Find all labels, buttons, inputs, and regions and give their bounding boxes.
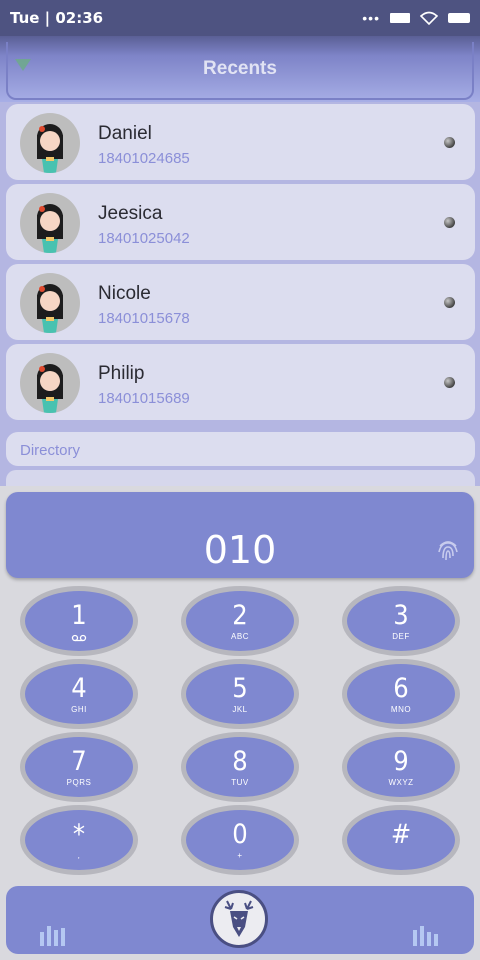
fingerprint-icon[interactable] (434, 536, 462, 564)
contact-number: 18401015689 (98, 390, 190, 407)
status-icons: ••• (362, 10, 470, 26)
key-digit: # (390, 819, 412, 850)
contact-number: 18401015678 (98, 310, 190, 327)
equalizer-icon[interactable] (411, 924, 441, 946)
key-7[interactable]: 7 PQRS (20, 732, 138, 802)
contact-row-nicole[interactable]: Nicole 18401015678 (6, 264, 475, 340)
more-dots-icon: ••• (362, 10, 380, 26)
key-letters: ABC (231, 632, 249, 641)
key-digit: 5 (232, 673, 248, 704)
contact-name: Daniel (98, 123, 152, 144)
key-digit: 9 (393, 746, 409, 777)
key-star[interactable]: * , (20, 805, 138, 875)
key-digit: 0 (232, 819, 248, 850)
key-letters: PQRS (66, 778, 92, 787)
key-4[interactable]: 4 GHI (20, 659, 138, 729)
key-digit: 8 (232, 746, 248, 777)
key-0[interactable]: 0 + (181, 805, 299, 875)
key-5[interactable]: 5 JKL (181, 659, 299, 729)
call-status-dot-icon[interactable] (444, 217, 455, 228)
key-digit: 2 (232, 600, 248, 631)
key-letters: TUV (231, 778, 249, 787)
key-1[interactable]: 1 (20, 586, 138, 656)
directory-label: Directory (20, 442, 81, 459)
number-display[interactable]: 010 (6, 492, 474, 578)
equalizer-icon[interactable] (38, 924, 68, 946)
key-letters: MNO (390, 705, 412, 714)
contact-number: 18401025042 (98, 230, 190, 247)
avatar (20, 273, 80, 333)
contact-row-jeesica[interactable]: Jeesica 18401025042 (6, 184, 475, 260)
contact-row-daniel[interactable]: Daniel 18401024685 (6, 104, 475, 180)
key-digit: * (72, 819, 86, 850)
key-digit: 7 (71, 746, 87, 777)
directory-section[interactable]: Directory (6, 432, 475, 466)
status-time: Tue | 02:36 (10, 9, 104, 27)
key-2[interactable]: 2 ABC (181, 586, 299, 656)
deer-logo-icon (224, 900, 254, 937)
key-6[interactable]: 6 MNO (342, 659, 460, 729)
key-letters: DEF (392, 632, 410, 641)
avatar (20, 193, 80, 253)
status-bar: Tue | 02:36 ••• (0, 0, 480, 36)
call-status-dot-icon[interactable] (444, 297, 455, 308)
contact-name: Nicole (98, 283, 151, 304)
key-digit: 3 (393, 600, 409, 631)
call-status-dot-icon[interactable] (444, 137, 455, 148)
page-title: Recents (203, 58, 277, 79)
avatar (20, 353, 80, 413)
battery-icon (448, 13, 470, 23)
recents-header: Recents (0, 36, 480, 102)
signal-icon (390, 13, 410, 23)
key-3[interactable]: 3 DEF (342, 586, 460, 656)
key-letters: WXYZ (388, 778, 414, 787)
contact-name: Jeesica (98, 203, 163, 224)
key-digit: 1 (71, 600, 87, 631)
key-hash[interactable]: # (342, 805, 460, 875)
contact-row-philip[interactable]: Philip 18401015689 (6, 344, 475, 420)
contact-name: Philip (98, 363, 145, 384)
avatar (20, 113, 80, 173)
key-letters: + (237, 851, 243, 860)
key-9[interactable]: 9 WXYZ (342, 732, 460, 802)
bottom-action-bar (6, 886, 474, 954)
key-digit: 4 (71, 673, 87, 704)
wifi-icon (420, 11, 438, 25)
call-status-dot-icon[interactable] (444, 377, 455, 388)
key-letters: GHI (71, 705, 87, 714)
call-button[interactable] (210, 890, 268, 948)
key-letters: JKL (232, 705, 248, 714)
contact-number: 18401024685 (98, 150, 190, 167)
voicemail-icon (71, 634, 87, 642)
key-8[interactable]: 8 TUV (181, 732, 299, 802)
key-letters: , (77, 851, 81, 860)
dialed-number: 010 (203, 528, 277, 572)
key-digit: 6 (393, 673, 409, 704)
